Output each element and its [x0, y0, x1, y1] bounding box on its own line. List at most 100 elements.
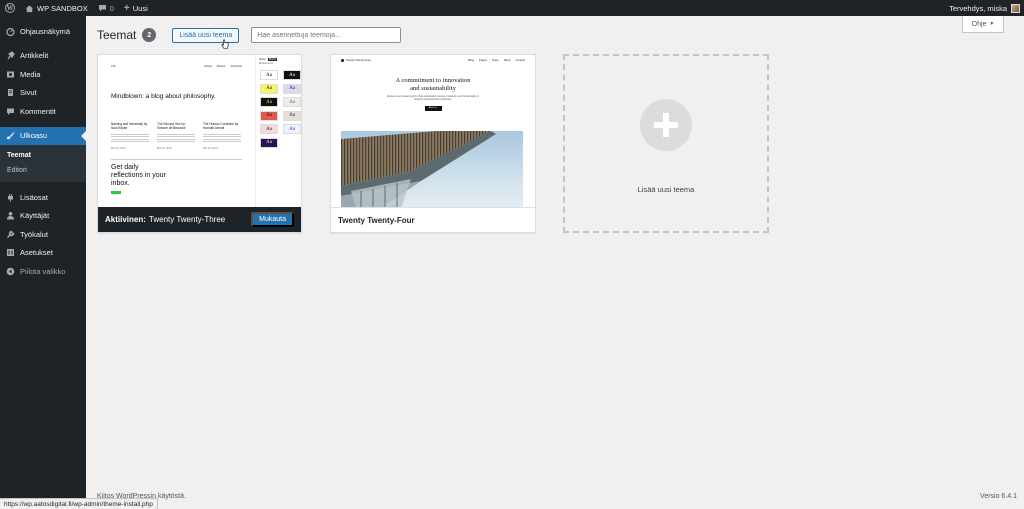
theme-name: Twenty Twenty-Four [338, 215, 415, 225]
comment-icon [98, 5, 106, 12]
preview-nav-link: All Posts [230, 64, 242, 68]
preview-accent-bar [111, 190, 121, 194]
add-new-theme-card[interactable]: Lisää uusi teema [563, 54, 769, 233]
plus-icon [640, 99, 692, 151]
comments-count: 0 [109, 3, 114, 13]
preview-nav-link: Shop [503, 58, 511, 62]
preview-post-date: Mar 16, 2023 [111, 147, 126, 150]
add-new-theme-button[interactable]: Lisää uusi teema [172, 27, 240, 43]
preview-nav-link: Books [216, 64, 226, 68]
preview-post-date: Mar 16, 2023 [157, 147, 172, 150]
style-swatch: Aa [260, 83, 278, 94]
comments-link[interactable]: 0 [93, 0, 119, 16]
style-swatch: Aa [260, 137, 278, 148]
plugin-icon [6, 193, 15, 202]
avatar[interactable] [1011, 3, 1020, 13]
preview-nav-link: About [204, 64, 212, 68]
sidebar-item-appearance[interactable]: Ulkoasu [0, 126, 86, 145]
theme-count-badge: 2 [142, 28, 157, 42]
preview-nav-link: Blog [468, 58, 475, 62]
plus-icon: + [123, 2, 130, 14]
style-swatch: Aa [260, 110, 278, 121]
preview-about-button: About us [424, 105, 442, 111]
collapse-label: Piilota valikko [20, 266, 66, 276]
wordpress-logo-button[interactable]: W [0, 0, 20, 16]
comments-icon [6, 107, 15, 116]
preview-nav-link: Team [491, 58, 499, 62]
pages-icon [6, 88, 15, 97]
media-icon [6, 70, 15, 79]
style-swatch: Aa [283, 97, 301, 107]
style-swatch: Aa [283, 83, 301, 94]
sidebar-item-users[interactable]: Käyttäjät [0, 207, 86, 226]
preview-brand: Twenty Twenty-Four [346, 58, 372, 62]
browser-status-bar: https://wp.aatosdigital.fi/wp-admin/them… [0, 498, 158, 509]
collapse-icon [6, 267, 15, 276]
style-swatch: Aa [283, 124, 301, 134]
settings-icon [6, 248, 15, 257]
appearance-submenu: Teemat Editori [0, 145, 86, 182]
sidebar-item-tools[interactable]: Työkalut [0, 225, 86, 244]
preview-panel-tab: Styles [259, 58, 266, 61]
brush-icon [6, 131, 15, 140]
sidebar-item-pages[interactable]: Sivut [0, 84, 86, 103]
home-icon [25, 4, 34, 12]
sidebar-item-label: Asetukset [20, 248, 53, 258]
page-title: Teemat [97, 28, 137, 42]
sidebar-item-media[interactable]: Media [0, 65, 86, 84]
style-swatch: Aa [260, 97, 278, 107]
preview-headline: A commitment to innovation [395, 77, 471, 84]
preview-post: The Human Condition by Hannah Arendt Mar… [203, 122, 241, 151]
admin-bar: W WP SANDBOX 0 + Uusi Tervehdys, miska [0, 0, 1024, 16]
pointer-cursor-icon [221, 39, 229, 49]
search-themes-input[interactable] [251, 27, 402, 43]
preview-post: Naming and Necessity by Saul Kripke Mar … [111, 122, 149, 151]
style-swatch: Aa [260, 70, 278, 80]
sidebar-item-label: Ulkoasu [20, 131, 48, 141]
style-swatch: Aa [260, 124, 278, 134]
collapse-menu-button[interactable]: Piilota valikko [0, 262, 86, 281]
pin-icon [6, 51, 15, 60]
theme-screenshot[interactable]: Tt3 About Books All Posts Mindblown: a b… [98, 55, 301, 208]
preview-body-text: Études is a pioneering firm that seamles… [387, 95, 479, 102]
add-new-theme-label: Lisää uusi teema [637, 185, 695, 194]
preview-post: The Second Sex by Simone de Beauvoir Mar… [157, 122, 195, 151]
sidebar-item-dashboard[interactable]: Ohjausnäkymä [0, 22, 86, 41]
preview-panel-tab: Blocks [267, 58, 278, 61]
sidebar-item-label: Lisäosat [20, 192, 48, 202]
sidebar-item-posts[interactable]: Artikkelit [0, 47, 86, 66]
users-icon [6, 211, 15, 220]
customize-button[interactable]: Mukauta [251, 212, 294, 227]
preview-styles-panel: Styles Blocks Browse styles Aa Aa Aa Aa Aa Aa… [255, 55, 301, 208]
user-greeting[interactable]: Tervehdys, miska [949, 4, 1007, 13]
sidebar-item-label: Ohjausnäkymä [20, 26, 71, 36]
sidebar-item-settings[interactable]: Asetukset [0, 244, 86, 263]
preview-post-title: The Human Condition by Hannah Arendt [203, 122, 239, 130]
sidebar-item-plugins[interactable]: Lisäosat [0, 188, 86, 207]
preview-logo-icon [341, 58, 344, 62]
new-content-link[interactable]: + Uusi [119, 0, 153, 16]
preview-headline: Mindblown: a blog about philosophy. [111, 93, 216, 100]
admin-sidebar: Ohjausnäkymä Artikkelit Media Sivut Komm… [0, 16, 86, 509]
submenu-item-themes[interactable]: Teemat [0, 148, 86, 163]
preview-brand: Tt3 [111, 64, 116, 68]
preview-headline: and sustainability [410, 84, 456, 92]
theme-card[interactable]: Twenty Twenty-Four Blog Pages Team Shop … [330, 54, 536, 233]
theme-card-active[interactable]: Tt3 About Books All Posts Mindblown: a b… [97, 54, 302, 233]
site-name: WP SANDBOX [37, 3, 88, 13]
preview-nav-link: Pages [479, 58, 487, 62]
admin-footer: Kiitos WordPressin käytöstä. Versio 6.4.… [97, 493, 1017, 500]
theme-screenshot[interactable]: Twenty Twenty-Four Blog Pages Team Shop … [331, 55, 535, 208]
sidebar-item-label: Kommentit [20, 106, 56, 116]
preview-post-title: Naming and Necessity by Saul Kripke [111, 122, 148, 130]
active-label: Aktiivinen: [105, 215, 146, 224]
site-name-link[interactable]: WP SANDBOX [20, 0, 93, 16]
sidebar-item-label: Sivut [20, 88, 37, 98]
sidebar-item-label: Käyttäjät [20, 211, 50, 221]
footer-version: Versio 6.4.1 [980, 493, 1017, 500]
style-swatches: Aa Aa Aa Aa Aa Aa Aa Aa Aa Aa Aa [260, 70, 301, 148]
sidebar-item-comments[interactable]: Kommentit [0, 102, 86, 121]
theme-name-bar: Aktiivinen: Twenty Twenty-Three Mukauta [98, 207, 301, 232]
submenu-item-editor[interactable]: Editori [0, 163, 86, 178]
preview-nav-link: Contact [515, 58, 525, 62]
